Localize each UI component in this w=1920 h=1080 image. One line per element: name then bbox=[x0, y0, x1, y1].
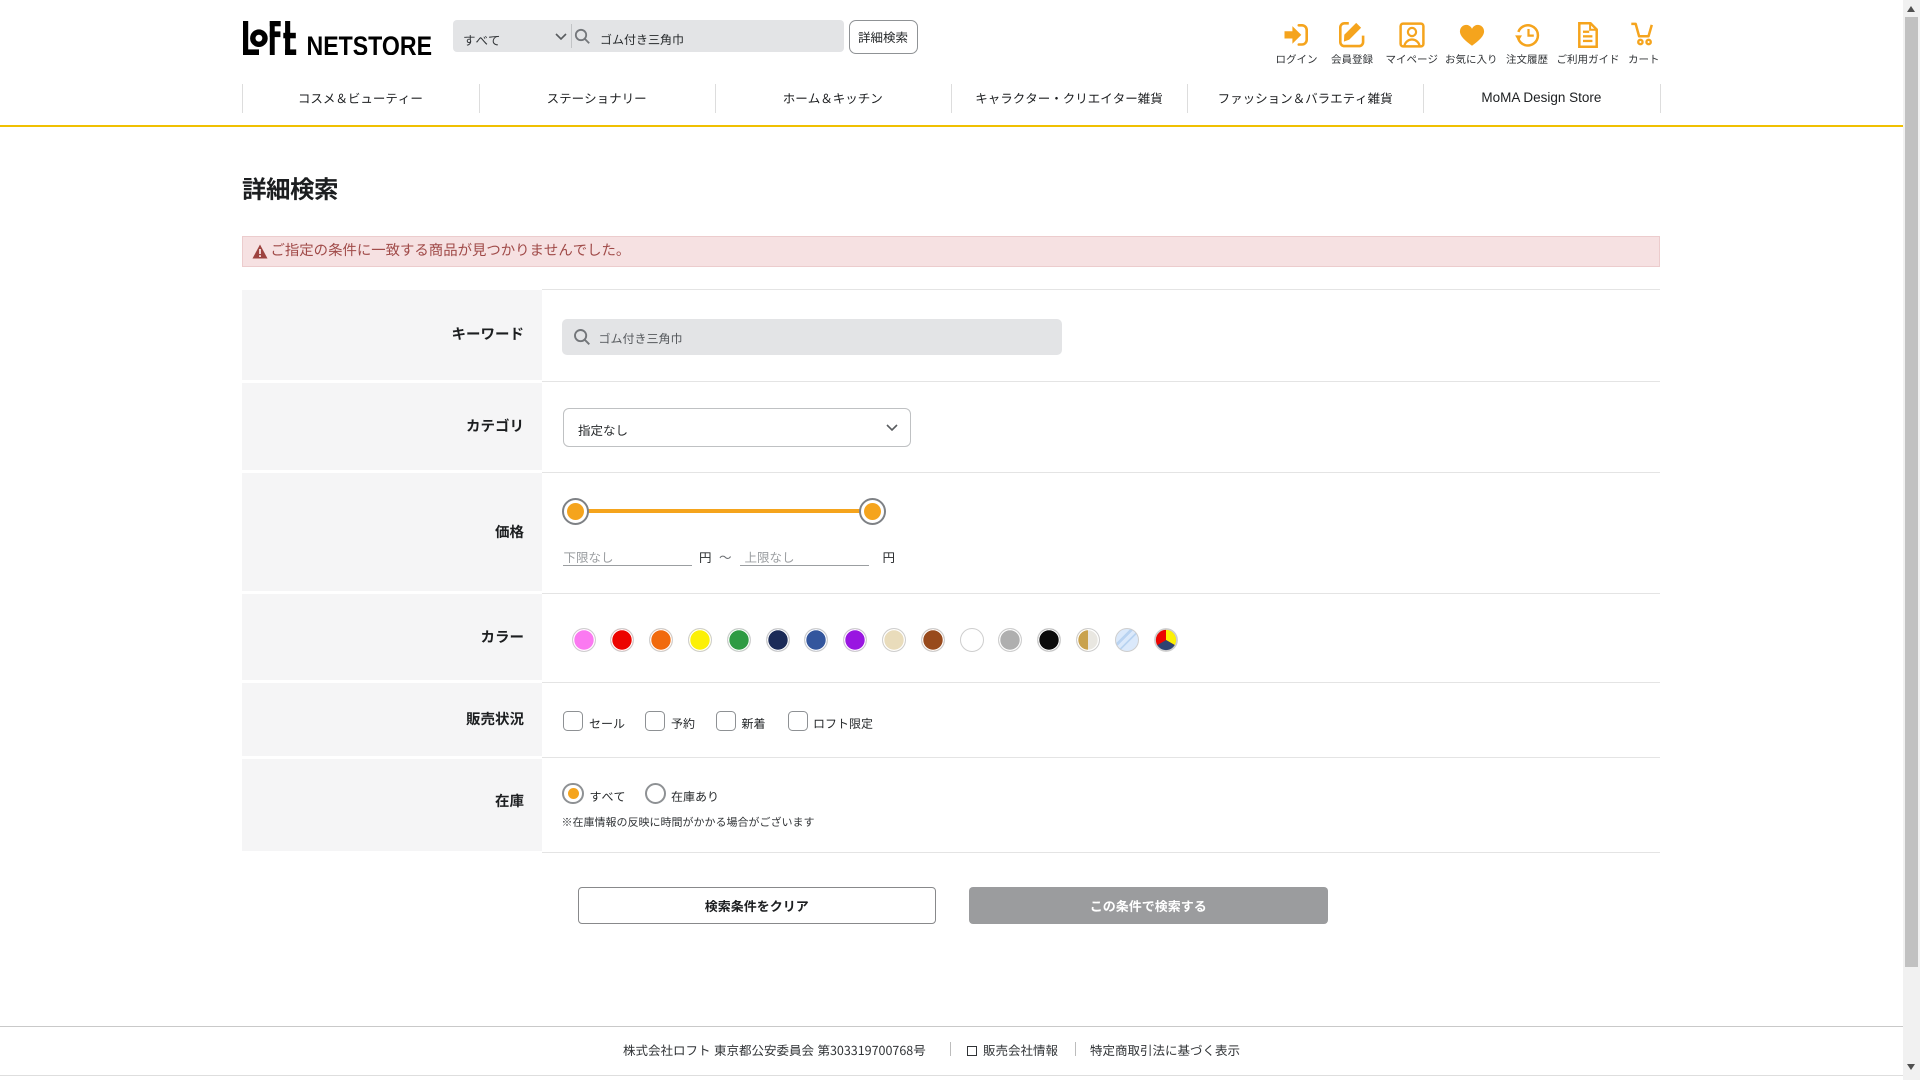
svg-text:NETSTORE: NETSTORE bbox=[307, 31, 433, 55]
